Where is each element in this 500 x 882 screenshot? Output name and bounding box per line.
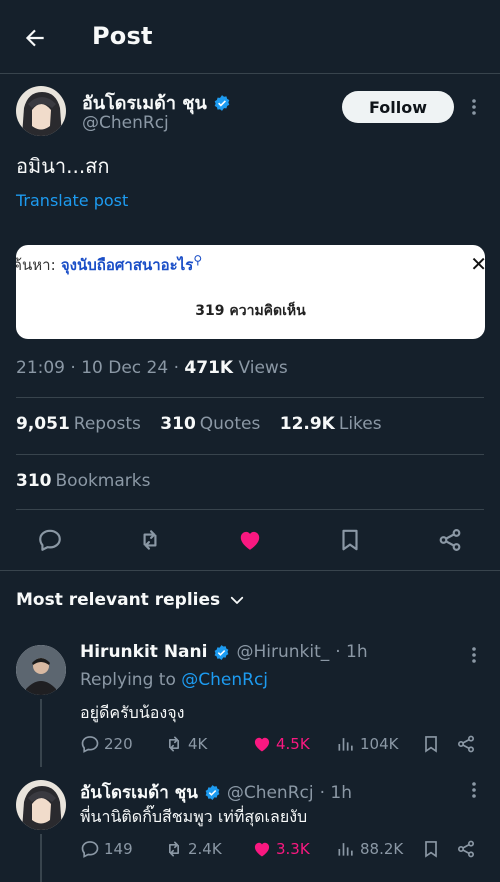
image-close-icon: ✕ bbox=[470, 252, 485, 276]
reply-icon[interactable] bbox=[37, 527, 63, 553]
translate-post-link[interactable]: Translate post bbox=[16, 191, 128, 210]
reply-icon bbox=[81, 736, 99, 753]
image-search-bar: ค้นหา: จุงนับถือศาสนาอะไร⚲ bbox=[16, 253, 202, 277]
reply-comments-count: 149 bbox=[104, 840, 133, 858]
share-icon[interactable] bbox=[456, 839, 476, 859]
repost-icon bbox=[169, 736, 179, 752]
image-search-label: ค้นหา: bbox=[16, 256, 56, 274]
divider bbox=[16, 509, 484, 510]
reply-text: อยู่ดีครับน้องจุง bbox=[80, 703, 185, 722]
replying-to: Replying to @ChenRcj bbox=[80, 670, 268, 690]
bookmark-icon[interactable] bbox=[421, 839, 441, 859]
reply-repost-button[interactable]: 2.4K bbox=[164, 839, 222, 859]
image-comments-text: 319 ความคิดเห็น bbox=[195, 303, 306, 319]
more-options-icon[interactable] bbox=[471, 98, 477, 116]
divider bbox=[16, 454, 484, 455]
views-icon bbox=[338, 738, 353, 751]
post-time: 21:09 bbox=[16, 358, 65, 378]
likes-count: 12.9K bbox=[279, 414, 335, 434]
replying-to-handle[interactable]: @ChenRcj bbox=[181, 670, 268, 690]
likes-stat[interactable]: 12.9K Likes bbox=[280, 414, 382, 434]
reply-more-icon[interactable] bbox=[471, 646, 477, 664]
reply-text: พี่นานิติดกิ๊บสีชมพูว เท่ที่สุดเลยงับ bbox=[80, 807, 308, 826]
reply-views-count: 88.2K bbox=[360, 840, 404, 858]
verified-badge-icon bbox=[213, 94, 231, 112]
reply-author[interactable]: อันโดรเมด้า ชุน @ChenRcj · 1h bbox=[80, 779, 352, 806]
thread-line bbox=[40, 834, 42, 882]
reply-author-name: อันโดรเมด้า ชุน bbox=[80, 783, 198, 803]
reply-like-button[interactable]: 4.5K bbox=[252, 734, 310, 754]
bookmark-icon[interactable] bbox=[337, 527, 363, 553]
like-filled-icon[interactable] bbox=[237, 527, 263, 553]
reply-author-handle: @Hirunkit_ bbox=[236, 642, 330, 662]
post-meta: 21:09 · 10 Dec 24 · 471K Views bbox=[16, 358, 288, 378]
image-search-query: จุงนับถือศาสนาอะไร bbox=[60, 256, 194, 274]
reposts-count: 9,051 bbox=[16, 414, 70, 434]
reposts-stat[interactable]: 9,051 Reposts bbox=[16, 414, 141, 434]
replying-to-prefix: Replying to bbox=[80, 670, 176, 690]
divider bbox=[16, 397, 484, 398]
reply-likes-count: 3.3K bbox=[276, 840, 310, 858]
replies-sort-label: Most relevant replies bbox=[16, 590, 221, 610]
top-bar: Post bbox=[0, 0, 500, 74]
reply-comment-button[interactable]: 149 bbox=[80, 839, 133, 859]
like-filled-icon bbox=[254, 842, 270, 857]
bookmarks-label: Bookmarks bbox=[55, 471, 151, 491]
post-date: 10 Dec 24 bbox=[81, 358, 169, 378]
chevron-down-icon bbox=[228, 591, 246, 609]
post-text: อมินา...สก bbox=[16, 154, 110, 178]
reply-avatar[interactable] bbox=[16, 645, 66, 695]
reply-avatar[interactable] bbox=[16, 780, 66, 830]
bookmark-icon[interactable] bbox=[421, 734, 441, 754]
replies-sort-dropdown[interactable]: Most relevant replies bbox=[16, 590, 246, 610]
bookmarks-count: 310 bbox=[16, 471, 52, 491]
reply-icon bbox=[81, 841, 99, 858]
reply-like-button[interactable]: 3.3K bbox=[252, 839, 310, 859]
reply-repost-button[interactable]: 4K bbox=[164, 734, 207, 754]
reply-likes-count: 4.5K bbox=[276, 735, 310, 753]
reply-reposts-count: 2.4K bbox=[188, 840, 222, 858]
like-filled-icon bbox=[254, 737, 270, 752]
share-icon[interactable] bbox=[437, 527, 463, 553]
quotes-label: Quotes bbox=[199, 414, 261, 434]
bookmarks-stat[interactable]: 310 Bookmarks bbox=[16, 471, 150, 491]
verified-badge-icon bbox=[213, 644, 230, 661]
reply-author[interactable]: Hirunkit Nani @Hirunkit_ · 1h bbox=[80, 642, 368, 662]
follow-button[interactable]: Follow bbox=[342, 91, 454, 123]
views-count: 471K bbox=[184, 358, 234, 378]
author-avatar[interactable] bbox=[16, 86, 66, 136]
image-search-icon: ⚲ bbox=[193, 253, 203, 267]
views-label: Views bbox=[238, 358, 288, 378]
arrow-left-icon[interactable] bbox=[22, 25, 48, 51]
reply-author-name: Hirunkit Nani bbox=[80, 642, 208, 662]
reply-views-count: 104K bbox=[360, 735, 399, 753]
section-divider bbox=[0, 570, 500, 571]
reply-views-button[interactable]: 104K bbox=[336, 734, 398, 754]
author-handle[interactable]: @ChenRcj bbox=[82, 113, 169, 133]
reply-reposts-count: 4K bbox=[188, 735, 208, 753]
reply-more-icon[interactable] bbox=[471, 781, 477, 799]
verified-badge-icon bbox=[204, 784, 221, 801]
reply-time: · 1h bbox=[335, 642, 368, 662]
reply-views-button[interactable]: 88.2K bbox=[336, 839, 403, 859]
reply-author-handle: @ChenRcj bbox=[226, 782, 314, 803]
post-stats: 9,051 Reposts 310 Quotes 12.9K Likes bbox=[16, 414, 396, 434]
views-icon bbox=[338, 843, 353, 856]
reply-time: · 1h bbox=[319, 782, 352, 803]
reply-comments-count: 220 bbox=[104, 735, 133, 753]
repost-icon[interactable] bbox=[137, 527, 163, 553]
post-image[interactable]: ค้นหา: จุงนับถือศาสนาอะไร⚲ ✕ 319 ความคิด… bbox=[16, 245, 485, 339]
thread-line bbox=[40, 699, 42, 767]
reply-comment-button[interactable]: 220 bbox=[80, 734, 133, 754]
quotes-stat[interactable]: 310 Quotes bbox=[160, 414, 260, 434]
likes-label: Likes bbox=[338, 414, 382, 434]
quotes-count: 310 bbox=[160, 414, 196, 434]
reposts-label: Reposts bbox=[73, 414, 141, 434]
page-title: Post bbox=[92, 22, 153, 50]
repost-icon bbox=[169, 841, 179, 857]
share-icon[interactable] bbox=[456, 734, 476, 754]
